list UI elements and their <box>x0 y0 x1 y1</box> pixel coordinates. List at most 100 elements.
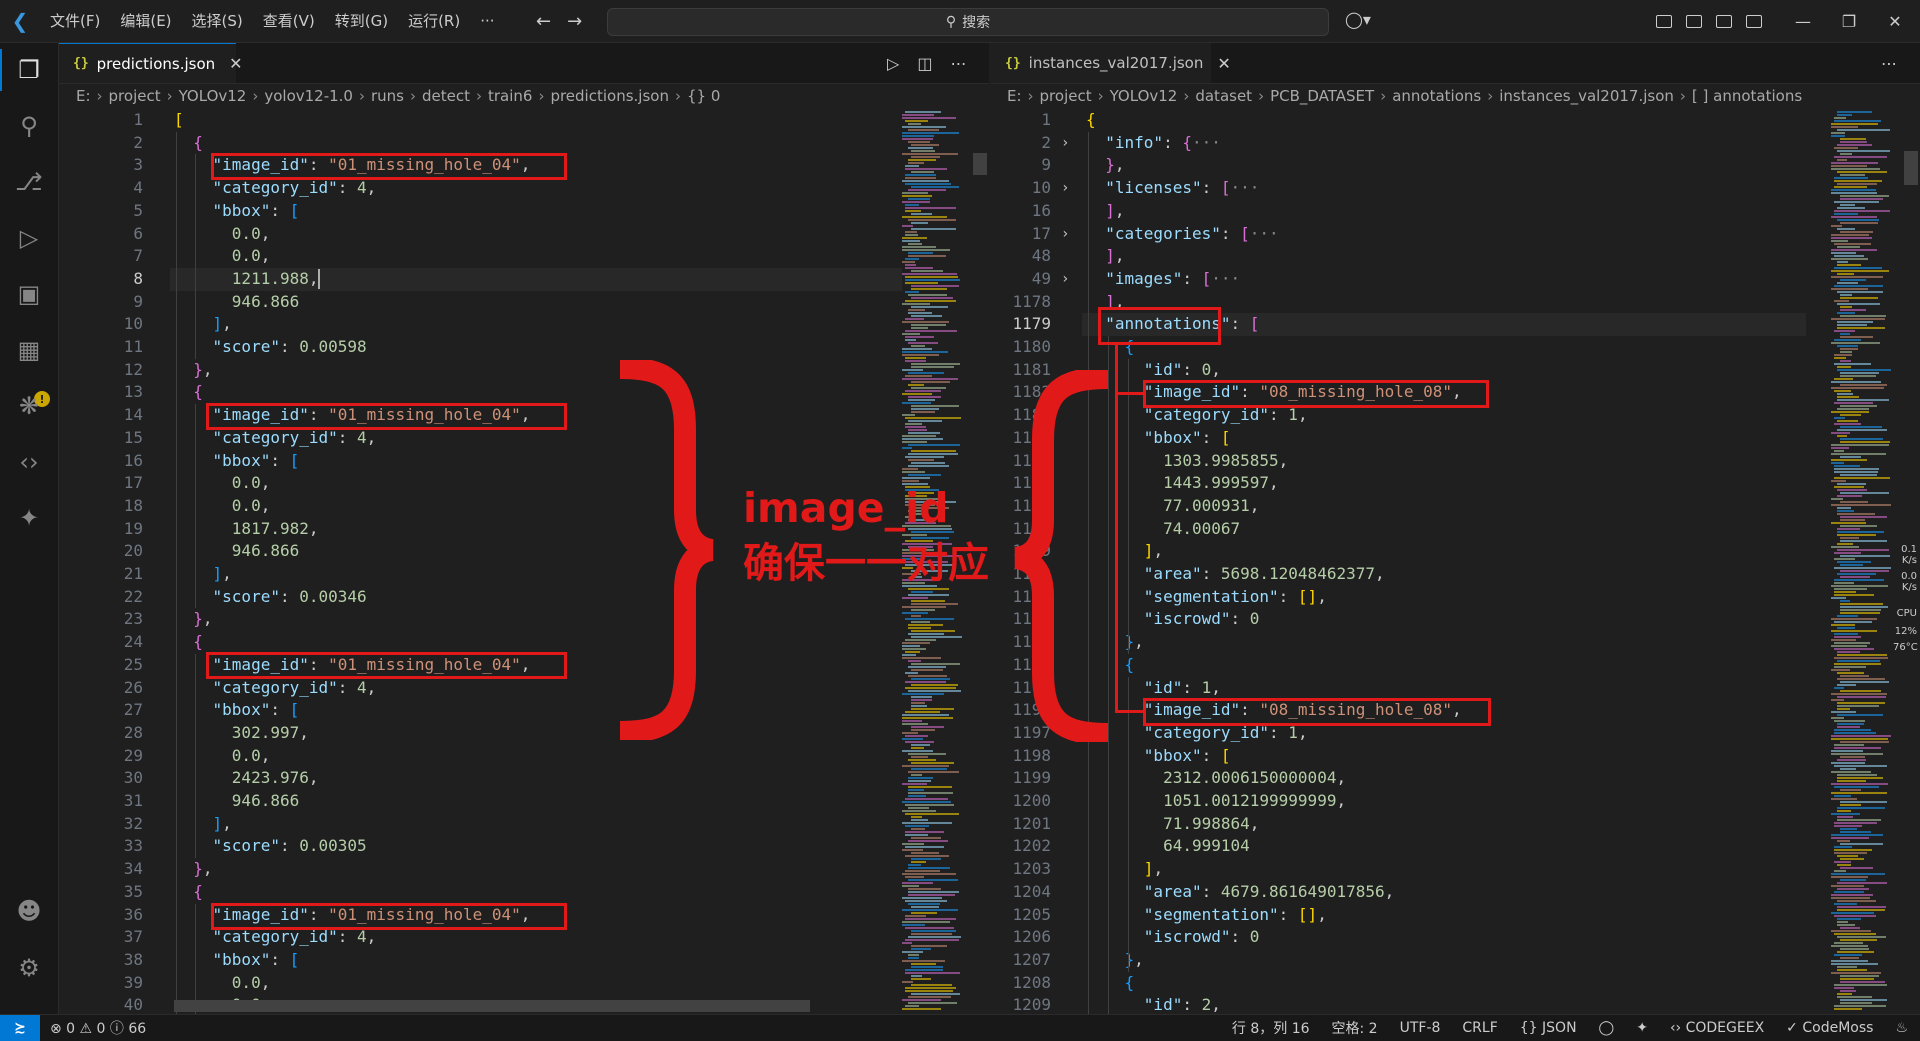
breadcrumb-item[interactable]: instances_val2017.json <box>1499 87 1674 105</box>
encoding[interactable]: UTF-8 <box>1400 1020 1441 1036</box>
remote-explorer-icon[interactable]: ▣ <box>14 279 44 309</box>
minimap-line <box>1840 141 1868 143</box>
minimap-line <box>908 252 933 254</box>
toggle-panel-icon[interactable] <box>1716 14 1732 28</box>
minimap-line <box>1840 948 1869 950</box>
restore-icon[interactable]: ❐ <box>1826 12 1872 31</box>
minimap-line <box>1834 594 1875 596</box>
breadcrumb-item[interactable]: annotations <box>1392 87 1481 105</box>
minimap-line <box>911 678 951 680</box>
minimap-line <box>1837 951 1874 953</box>
code-text: "iscrowd": 0 <box>1086 926 1260 949</box>
source-control-icon[interactable]: ⎇ <box>14 167 44 197</box>
minimap-line <box>1834 201 1879 203</box>
breadcrumb-item[interactable]: E: <box>1007 87 1022 105</box>
account-icon[interactable]: ☻ <box>14 896 44 926</box>
codemoss-status[interactable]: ✓ CodeMoss <box>1786 1020 1873 1036</box>
close-window-icon[interactable]: ✕ <box>1872 12 1918 31</box>
code-icon[interactable]: ‹› <box>14 447 44 477</box>
problems-indicator[interactable]: ⊗ 0 ⚠ 0 ⓘ 66 <box>50 1018 146 1038</box>
breadcrumb-item[interactable]: predictions.json <box>550 87 669 105</box>
breadcrumb-item[interactable]: E: <box>76 87 91 105</box>
tab-predictions-json[interactable]: {} predictions.json ✕ <box>59 43 243 83</box>
breadcrumb-item[interactable]: project <box>109 87 161 105</box>
scrollbar-thumb[interactable] <box>1904 151 1918 185</box>
forward-arrow-icon[interactable]: → <box>567 11 582 32</box>
split-editor-icon[interactable]: ◫ <box>917 54 932 73</box>
minimap-line <box>1840 501 1869 503</box>
language-mode[interactable]: {} JSON <box>1520 1020 1577 1036</box>
minimap-line <box>1831 546 1859 548</box>
breadcrumb-item[interactable]: detect <box>422 87 470 105</box>
minimap-line <box>908 594 949 596</box>
minimap-line <box>908 459 935 461</box>
menu-edit[interactable]: 编辑(E) <box>110 0 181 42</box>
fold-chevron-icon[interactable]: › <box>1061 177 1069 200</box>
close-tab-icon[interactable]: ✕ <box>1217 54 1230 73</box>
more-actions-icon[interactable]: ⋯ <box>950 54 966 73</box>
extension-ai-icon[interactable]: ✦ <box>14 503 44 533</box>
breadcrumb-item[interactable]: PCB_DATASET <box>1270 87 1374 105</box>
run-debug-icon[interactable]: ▷ <box>14 223 44 253</box>
notifications-bell-icon[interactable]: ♨ <box>1895 1020 1908 1036</box>
scrollbar-thumb[interactable] <box>973 153 987 175</box>
minimap-line <box>1837 810 1852 812</box>
right-breadcrumb: E: › project › YOLOv12 › dataset › PCB_DATASET › a… <box>991 83 1920 109</box>
back-arrow-icon[interactable]: ← <box>536 11 551 32</box>
fold-chevron-icon[interactable]: › <box>1061 268 1069 291</box>
breadcrumb-item[interactable]: YOLOv12 <box>1110 87 1178 105</box>
menu-view[interactable]: 查看(V) <box>253 0 325 42</box>
minimize-icon[interactable]: — <box>1780 12 1826 31</box>
minimap-line <box>902 951 924 953</box>
right-code-area[interactable]: 1{2 › "info": {··· 9 }, 10 › "licenses": [··… <box>991 109 1920 1014</box>
minimap-line <box>905 990 954 992</box>
run-icon[interactable]: ▷ <box>887 54 899 73</box>
minimap-line <box>908 690 962 692</box>
cursor-position[interactable]: 行 8，列 16 <box>1232 1018 1310 1038</box>
explorer-icon[interactable]: ❐ <box>0 49 44 91</box>
minimap-line <box>911 600 945 602</box>
horizontal-scrollbar[interactable] <box>174 1000 810 1012</box>
more-actions-icon[interactable]: ⋯ <box>1881 54 1897 73</box>
fold-chevron-icon[interactable]: › <box>1061 223 1069 246</box>
minimap-line <box>1831 342 1881 344</box>
breadcrumb-item[interactable]: YOLOv12 <box>179 87 247 105</box>
remote-indicator-icon[interactable]: ≿ <box>0 1015 40 1041</box>
extension-status-icon[interactable]: ✦ <box>1636 1020 1648 1036</box>
breadcrumb-item[interactable]: {} 0 <box>687 87 720 105</box>
extensions-icon[interactable]: ▦ <box>14 335 44 365</box>
chatgpt-icon[interactable]: ❋ <box>14 391 44 421</box>
code-token: : <box>1278 904 1298 924</box>
tab-instances-val2017-json[interactable]: {} instances_val2017.json ✕ <box>991 43 1231 83</box>
menu-go[interactable]: 转到(G) <box>325 0 398 42</box>
line-number: 1202 <box>1012 836 1051 856</box>
breadcrumb-item[interactable]: yolov12-1.0 <box>264 87 353 105</box>
settings-gear-icon[interactable]: ⚙ <box>14 953 44 983</box>
breadcrumb-item[interactable]: runs <box>371 87 404 105</box>
menu-run[interactable]: 运行(R) <box>398 0 470 42</box>
menu-file[interactable]: 文件(F) <box>40 0 110 42</box>
copilot-icon[interactable]: ◯▾ <box>1345 10 1371 29</box>
highlight-box-image-id <box>206 403 567 430</box>
end-of-line[interactable]: CRLF <box>1462 1020 1497 1036</box>
breadcrumb-item[interactable]: [ ] annotations <box>1692 87 1802 105</box>
breadcrumb-item[interactable]: dataset <box>1195 87 1252 105</box>
toggle-primary-sidebar-icon[interactable] <box>1686 14 1702 28</box>
breadcrumb-item[interactable]: project <box>1040 87 1092 105</box>
copilot-status-icon[interactable]: ◯ <box>1599 1020 1615 1036</box>
close-tab-icon[interactable]: ✕ <box>229 54 242 73</box>
indentation[interactable]: 空格: 2 <box>1332 1018 1378 1038</box>
minimap[interactable] <box>1831 111 1901 1011</box>
command-center-search[interactable]: ⚲ 搜索 <box>607 8 1329 36</box>
breadcrumb-chevron-icon: › <box>1679 87 1686 105</box>
net-upload-unit: K/s <box>1901 555 1917 566</box>
search-view-icon[interactable]: ⚲ <box>14 111 44 141</box>
fold-chevron-icon[interactable]: › <box>1061 132 1069 155</box>
codegeex-status[interactable]: ‹› CODEGEEX <box>1670 1020 1764 1036</box>
toggle-secondary-sidebar-icon[interactable] <box>1746 14 1762 28</box>
menu-selection[interactable]: 选择(S) <box>182 0 253 42</box>
minimap-line <box>911 933 953 935</box>
menu-more[interactable]: ··· <box>470 0 504 42</box>
breadcrumb-item[interactable]: train6 <box>488 87 532 105</box>
customize-layout-icon[interactable] <box>1656 14 1672 28</box>
